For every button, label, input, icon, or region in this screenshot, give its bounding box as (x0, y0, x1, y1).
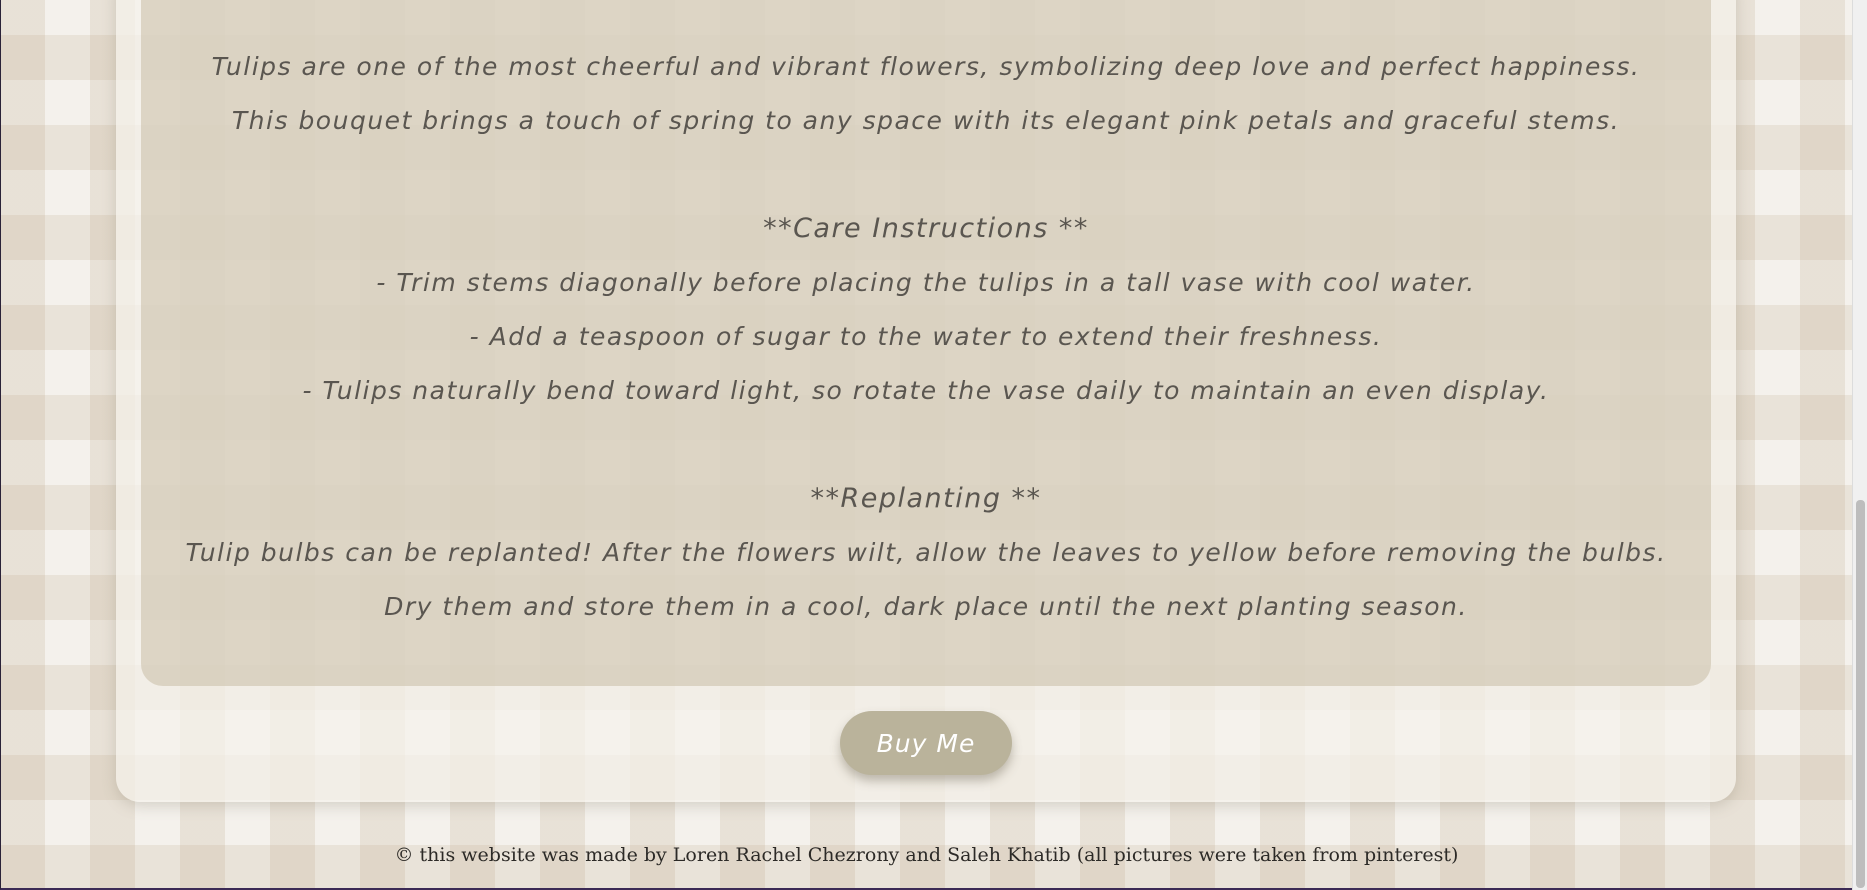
replanting-line-2: Dry them and store them in a cool, dark … (384, 592, 1468, 621)
scrollbar-thumb[interactable] (1856, 500, 1865, 888)
replanting-line-1: Tulip bulbs can be replanted! After the … (185, 538, 1667, 567)
care-item-1: - Trim stems diagonally before placing t… (376, 268, 1476, 297)
intro-line-2: This bouquet brings a touch of spring to… (231, 106, 1621, 135)
care-item-2: - Add a teaspoon of sugar to the water t… (469, 322, 1383, 351)
intro-line-1: Tulips are one of the most cheerful and … (211, 52, 1641, 81)
buy-me-button[interactable]: Buy Me (840, 711, 1012, 775)
description-content: Tulips are one of the most cheerful and … (141, 40, 1711, 634)
care-item-3: - Tulips naturally bend toward light, so… (302, 376, 1550, 405)
care-instructions-heading: **Care Instructions ** (763, 213, 1089, 244)
replanting-heading: **Replanting ** (810, 483, 1042, 514)
footer-credits: © this website was made by Loren Rachel … (394, 844, 1459, 866)
vertical-scrollbar[interactable] (1852, 0, 1867, 890)
